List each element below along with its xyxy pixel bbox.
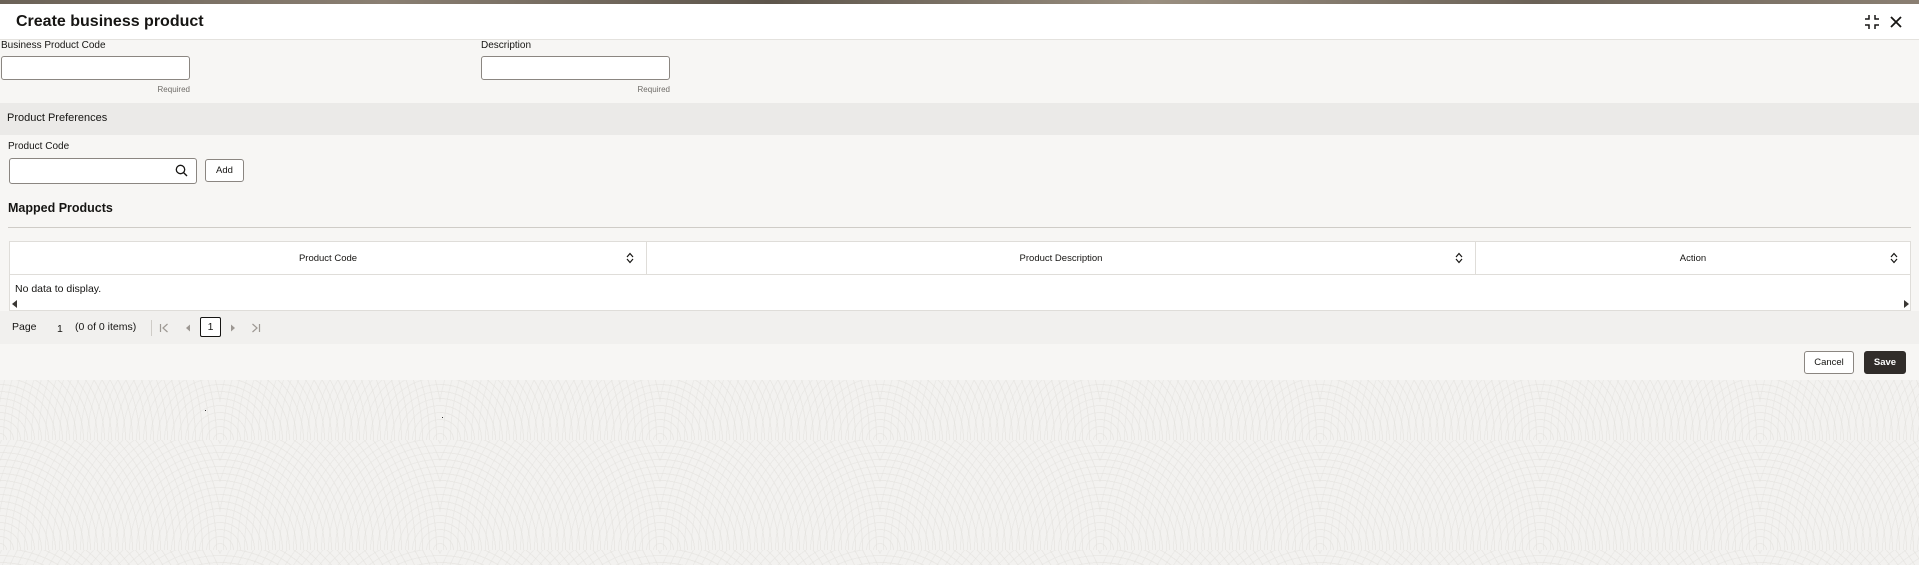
cancel-button[interactable]: Cancel	[1804, 351, 1854, 374]
page-number: 1	[57, 323, 63, 335]
description-required-hint: Required	[637, 85, 670, 94]
background-speck	[442, 417, 443, 418]
next-page-icon[interactable]	[228, 323, 238, 333]
description-input[interactable]	[481, 56, 670, 80]
save-button[interactable]: Save	[1864, 351, 1906, 374]
mapped-products-title: Mapped Products	[8, 201, 113, 215]
dialog-footer: Cancel Save	[0, 344, 1919, 380]
pager-divider	[151, 320, 152, 336]
scroll-left-icon[interactable]	[11, 300, 19, 308]
empty-table-message: No data to display.	[15, 283, 102, 295]
search-icon[interactable]	[175, 164, 189, 178]
tab-bar: Product Preferences	[0, 103, 1919, 137]
column-header-action[interactable]: Action	[1476, 242, 1910, 275]
column-header-product-code[interactable]: Product Code	[10, 242, 647, 275]
tab-product-preferences[interactable]: Product Preferences	[6, 103, 109, 137]
product-code-search	[9, 158, 197, 184]
column-header-product-description[interactable]: Product Description	[647, 242, 1476, 275]
column-header-label: Action	[1679, 252, 1707, 264]
background-speck	[205, 410, 206, 411]
sort-icon[interactable]	[626, 252, 634, 264]
pagination-bar: Page 1 (0 of 0 items) 1	[0, 311, 1919, 344]
collapse-icon[interactable]	[1862, 12, 1882, 32]
sort-icon[interactable]	[1890, 252, 1898, 264]
last-page-icon[interactable]	[251, 323, 261, 333]
add-button[interactable]: Add	[205, 159, 244, 182]
business-product-code-input[interactable]	[1, 56, 190, 80]
product-code-input[interactable]	[9, 158, 197, 184]
items-count: (0 of 0 items)	[75, 321, 137, 333]
description-label: Description	[481, 40, 532, 51]
column-header-label: Product Code	[298, 252, 358, 264]
first-page-icon[interactable]	[159, 323, 169, 333]
close-icon[interactable]	[1886, 12, 1906, 32]
mapped-products-table: Product Code Product Description Action …	[9, 241, 1911, 311]
previous-page-icon[interactable]	[183, 323, 193, 333]
column-header-label: Product Description	[1019, 252, 1103, 264]
scroll-right-icon[interactable]	[1902, 300, 1910, 308]
form-section: Business Product Code Required Descripti…	[0, 40, 1919, 103]
product-code-label: Product Code	[8, 141, 70, 152]
current-page-button[interactable]: 1	[200, 317, 221, 337]
sort-icon[interactable]	[1455, 252, 1463, 264]
section-divider	[8, 227, 1911, 228]
page-label: Page	[12, 321, 37, 333]
dialog-header: Create business product	[0, 4, 1919, 40]
business-product-code-label: Business Product Code	[1, 40, 106, 51]
business-product-code-required-hint: Required	[157, 85, 190, 94]
dialog-title: Create business product	[16, 13, 204, 30]
